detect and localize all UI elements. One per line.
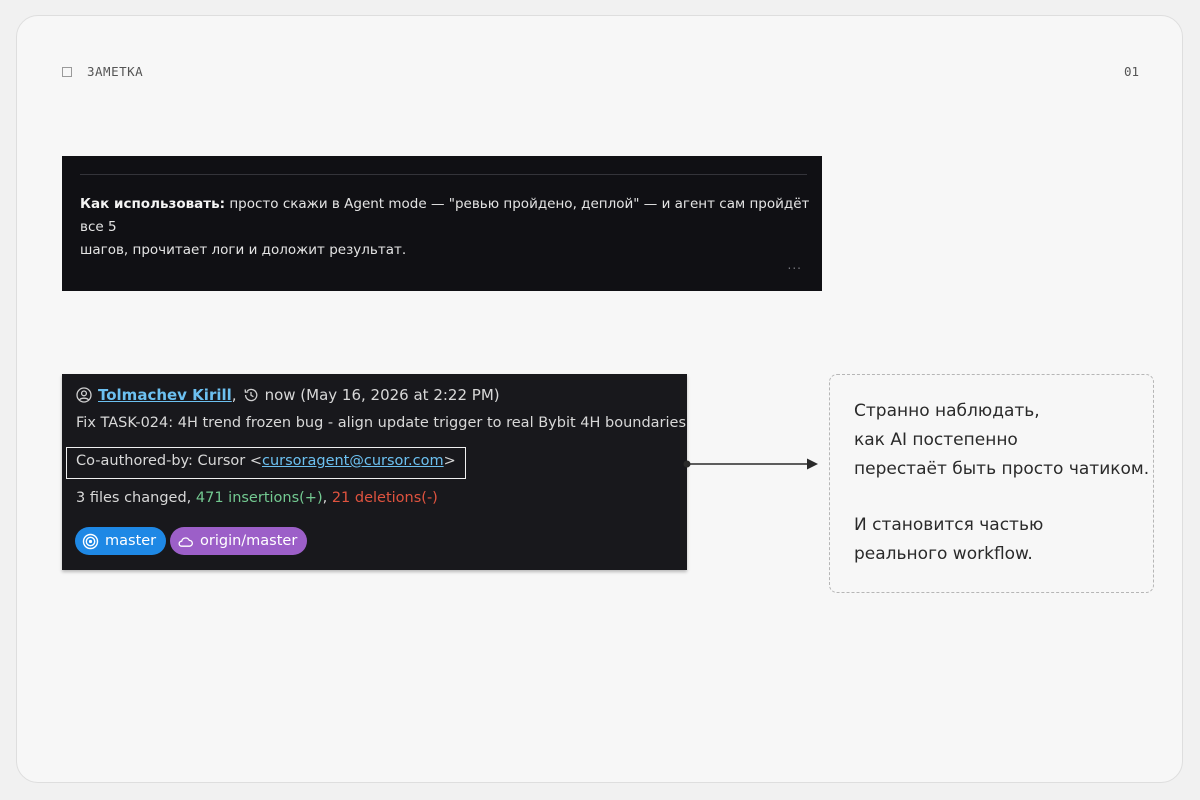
deletions-count: 21 deletions(-) <box>331 490 438 506</box>
branch-label-origin-master: origin/master <box>200 533 298 549</box>
note-line-3: перестаёт быть просто чатиком. <box>854 459 1150 479</box>
commit-stats: 3 files changed, 471 insertions(+), 21 d… <box>76 490 438 506</box>
target-icon <box>82 533 99 549</box>
coauthor-line: Co-authored-by: Cursor <cursoragent@curs… <box>76 453 456 469</box>
note-box: Странно наблюдать, как AI постепенно пер… <box>829 374 1154 593</box>
note-line-5: реального workflow. <box>854 544 1033 564</box>
branch-badge-master[interactable]: master <box>75 527 167 555</box>
commit-panel: Tolmachev Kirill, now (May 16, 2026 at 2… <box>62 374 687 570</box>
instruction-text: Как использовать: просто скажи в Agent m… <box>80 193 810 262</box>
commit-header: Tolmachev Kirill, now (May 16, 2026 at 2… <box>76 386 500 404</box>
history-icon <box>243 387 259 403</box>
commit-message: Fix TASK-024: 4H trend frozen bug - alig… <box>76 415 687 431</box>
instruction-line2: шагов, прочитает логи и доложит результа… <box>80 242 407 258</box>
slide-number: 01 <box>1123 64 1139 79</box>
instruction-label: Как использовать: <box>80 196 226 212</box>
branch-label-master: master <box>105 533 157 549</box>
coauthor-suffix: > <box>443 453 456 469</box>
commit-time: now (May 16, 2026 at 2:22 PM) <box>264 386 500 404</box>
more-icon[interactable]: ... <box>788 258 802 272</box>
checkbox-icon <box>62 67 72 77</box>
coauthor-prefix: Co-authored-by: Cursor < <box>76 453 262 469</box>
header-label: ЗАМЕТКА <box>87 64 144 79</box>
files-changed: 3 files changed, <box>76 490 196 506</box>
insertions-count: 471 insertions(+) <box>195 490 323 506</box>
cloud-icon <box>178 536 193 547</box>
note-line-2: как AI постепенно <box>854 430 1018 450</box>
coauthor-email-link[interactable]: cursoragent@cursor.com <box>262 453 444 469</box>
user-icon <box>76 387 92 403</box>
author-link[interactable]: Tolmachev Kirill <box>98 386 232 404</box>
connector-arrow <box>683 458 818 470</box>
instruction-panel: Как использовать: просто скажи в Agent m… <box>62 156 822 291</box>
note-line-4: И становится частью <box>854 515 1044 535</box>
branch-badge-origin-master[interactable]: origin/master <box>170 527 308 555</box>
stats-separator: , <box>322 490 332 506</box>
divider <box>80 174 807 175</box>
author-separator: , <box>231 386 237 404</box>
note-line-1: Странно наблюдать, <box>854 401 1040 421</box>
